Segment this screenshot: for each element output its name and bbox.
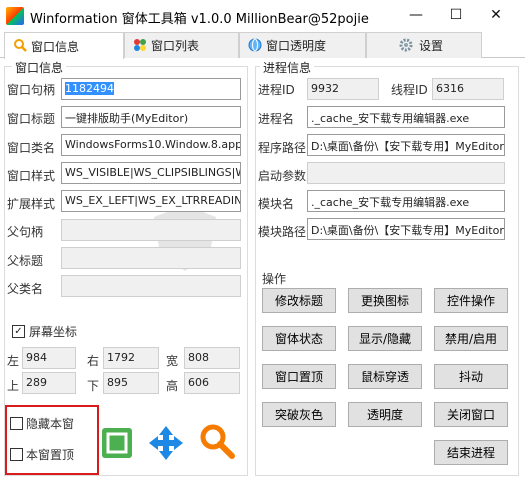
module-path-field[interactable]: D:\桌面\备份\【安下载专用】MyEditor (307, 218, 505, 240)
shake-button[interactable]: 抖动 (434, 364, 508, 389)
tab-label: 窗口透明度 (266, 39, 327, 53)
path-field[interactable]: D:\桌面\备份\【安下载专用】MyEditor (307, 134, 505, 156)
tab-label: 窗口信息 (31, 39, 80, 54)
pid-field[interactable]: 9932 (307, 78, 379, 100)
title-label: 窗口标题 (7, 112, 56, 126)
pid-label: 进程ID (258, 83, 295, 97)
screen-coords-label: 屏幕坐标 (29, 325, 78, 339)
close-button[interactable]: ✕ (477, 2, 515, 28)
left-label: 左 (7, 354, 20, 368)
tab-label: 窗口列表 (151, 39, 200, 53)
modify-title-button[interactable]: 修改标题 (262, 288, 336, 313)
module-label: 模块名 (258, 197, 295, 211)
hide-self-label: 隐藏本窗 (26, 417, 75, 431)
tab-label: 设置 (419, 39, 444, 53)
handle-field[interactable]: 1182494 (61, 78, 241, 100)
app-logo-icon (6, 7, 24, 25)
parent-title-label: 父标题 (7, 254, 44, 268)
magnifier-icon[interactable] (198, 422, 236, 460)
tab-strip: 窗口信息 窗口列表 窗口透明度 设置 (0, 32, 525, 59)
path-label: 程序路径 (258, 141, 307, 155)
tab-window-list[interactable]: 窗口列表 (124, 32, 239, 58)
top-label: 上 (7, 379, 20, 393)
parent-title-field[interactable] (61, 247, 241, 269)
height-field[interactable]: 606 (184, 372, 240, 394)
exstyle-field[interactable]: WS_EX_LEFT|WS_EX_LTRREADING| (61, 190, 241, 212)
move-arrows-icon[interactable] (147, 424, 185, 462)
screen-coords-checkbox[interactable]: ✓ (12, 325, 25, 338)
process-info-group-title: 进程信息 (260, 59, 315, 76)
top-most-checkbox[interactable] (10, 448, 23, 461)
parent-class-label: 父类名 (7, 282, 44, 296)
style-field[interactable]: WS_VISIBLE|WS_CLIPSIBLINGS|WS_ (61, 162, 241, 184)
kill-process-button[interactable]: 结束进程 (434, 440, 508, 465)
globe-icon (248, 38, 262, 52)
args-field[interactable] (307, 162, 505, 184)
args-label: 启动参数 (258, 169, 307, 183)
tab-window-info[interactable]: 窗口信息 (4, 32, 124, 59)
window-finder-icon[interactable] (98, 424, 136, 462)
handle-label: 窗口句柄 (7, 83, 56, 97)
opacity-button[interactable]: 透明度 (348, 402, 422, 427)
width-field[interactable]: 808 (184, 347, 240, 369)
topmost-button[interactable]: 窗口置顶 (262, 364, 336, 389)
change-icon-button[interactable]: 更换图标 (348, 288, 422, 313)
tab-window-opacity[interactable]: 窗口透明度 (239, 32, 366, 58)
process-name-field[interactable]: ._cache_安下载专用编辑器.exe (307, 106, 505, 128)
title-bar: Winformation 窗体工具箱 v1.0.0 MillionBear@52… (0, 0, 525, 32)
module-path-label: 模块路径 (258, 225, 307, 239)
operations-title: 操作 (262, 272, 287, 286)
tid-label: 线程ID (391, 83, 428, 97)
window-info-group-title: 窗口信息 (12, 59, 67, 76)
tid-field[interactable]: 6316 (432, 78, 504, 100)
title-field[interactable]: 一键排版助手(MyEditor) (61, 106, 241, 128)
parent-class-field[interactable] (61, 275, 241, 297)
tab-settings[interactable]: 设置 (366, 32, 482, 58)
process-name-label: 进程名 (258, 112, 295, 126)
right-field[interactable]: 1792 (103, 347, 159, 369)
window-state-button[interactable]: 窗体状态 (262, 326, 336, 351)
search-icon (14, 39, 27, 52)
top-most-label: 本窗置顶 (26, 448, 75, 462)
bottom-field[interactable]: 895 (103, 372, 159, 394)
gear-icon (399, 38, 413, 52)
palette-icon (134, 39, 146, 51)
ungray-button[interactable]: 突破灰色 (262, 402, 336, 427)
show-hide-button[interactable]: 显示/隐藏 (348, 326, 422, 351)
class-label: 窗口类名 (7, 141, 56, 155)
close-window-button[interactable]: 关闭窗口 (434, 402, 508, 427)
minimize-button[interactable]: — (397, 2, 435, 28)
parent-handle-field[interactable] (61, 219, 241, 241)
exstyle-label: 扩展样式 (7, 197, 56, 211)
class-field[interactable]: WindowsForms10.Window.8.app.0.: (61, 134, 241, 156)
module-field[interactable]: ._cache_安下载专用编辑器.exe (307, 190, 505, 212)
mouse-passthrough-button[interactable]: 鼠标穿透 (348, 364, 422, 389)
right-label: 右 (87, 354, 100, 368)
control-ops-button[interactable]: 控件操作 (434, 288, 508, 313)
maximize-button[interactable]: ☐ (437, 2, 475, 28)
parent-handle-label: 父句柄 (7, 225, 44, 239)
bottom-label: 下 (87, 379, 100, 393)
window-title: Winformation 窗体工具箱 v1.0.0 MillionBear@52… (30, 12, 369, 27)
height-label: 高 (166, 379, 179, 393)
width-label: 宽 (166, 354, 179, 368)
left-field[interactable]: 984 (22, 347, 76, 369)
hide-self-checkbox[interactable] (10, 417, 23, 430)
top-field[interactable]: 289 (22, 372, 76, 394)
style-label: 窗口样式 (7, 169, 56, 183)
disable-enable-button[interactable]: 禁用/启用 (434, 326, 508, 351)
